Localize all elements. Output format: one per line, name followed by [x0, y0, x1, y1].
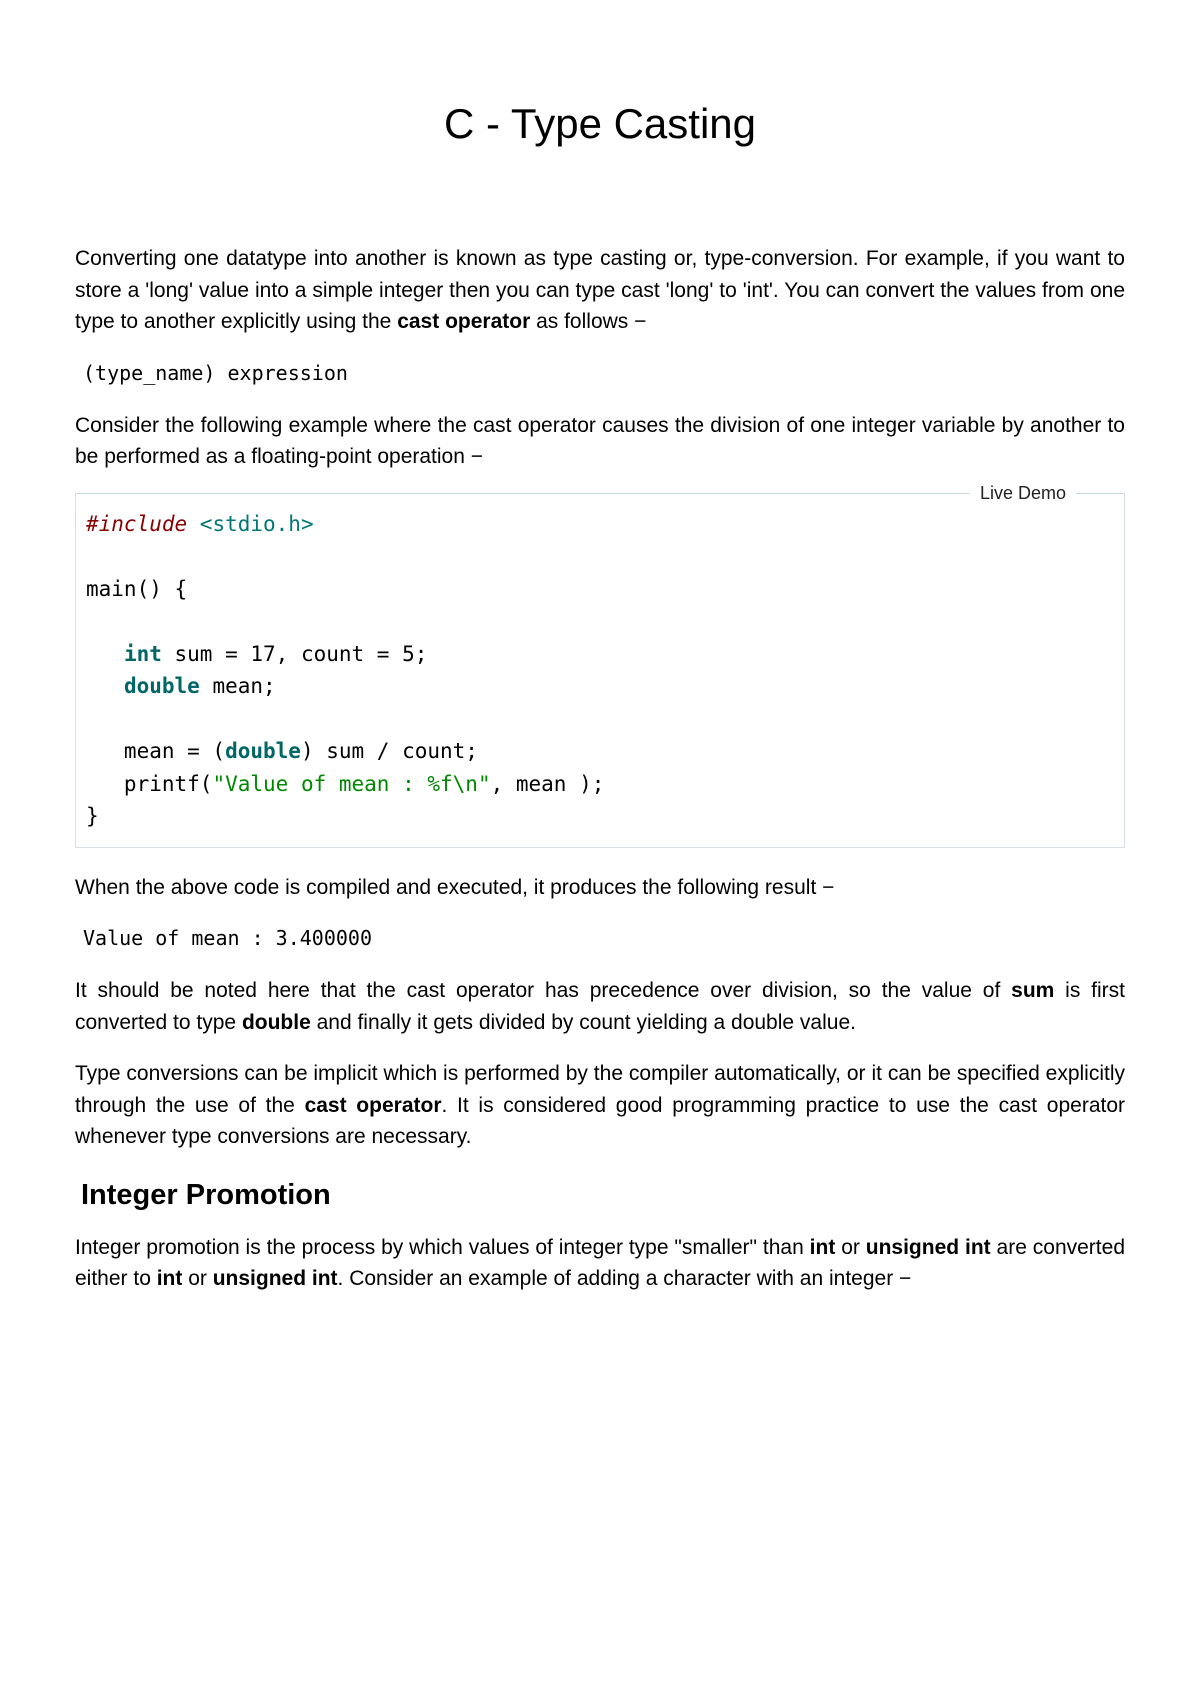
precedence-paragraph: It should be noted here that the cast op… — [75, 975, 1125, 1038]
para4-text-1: It should be noted here that the cast op… — [75, 979, 1011, 1002]
code-preproc: #include — [86, 512, 200, 536]
section-heading-integer-promotion: Integer Promotion — [81, 1179, 1125, 1212]
para6-bold-uint-1: unsigned int — [866, 1236, 991, 1259]
code-mean-decl: mean; — [200, 674, 276, 698]
code-printf-2: , mean ); — [491, 772, 605, 796]
para6-text-4: or — [182, 1267, 212, 1290]
para5-bold-cast: cast operator — [305, 1094, 442, 1117]
para6-bold-int-2: int — [157, 1267, 183, 1290]
code-kw-int: int — [124, 642, 162, 666]
syntax-code: (type_name) expression — [83, 358, 1125, 388]
page-title: C - Type Casting — [75, 100, 1125, 148]
live-demo-link[interactable]: Live Demo — [970, 483, 1076, 504]
para4-bold-double: double — [242, 1011, 311, 1034]
intro-paragraph: Converting one datatype into another is … — [75, 243, 1125, 338]
code-example-block: Live Demo #include <stdio.h> main() { in… — [75, 493, 1125, 848]
code-close-brace: } — [86, 804, 99, 828]
intro-bold-cast: cast operator — [397, 310, 530, 333]
intro-text-2: as follows − — [530, 310, 646, 333]
code-string: "Value of mean : %f\n" — [212, 772, 490, 796]
integer-promotion-paragraph: Integer promotion is the process by whic… — [75, 1232, 1125, 1295]
para6-text-1: Integer promotion is the process by whic… — [75, 1236, 810, 1259]
para4-text-3: and finally it gets divided by count yie… — [311, 1011, 856, 1034]
code-header: <stdio.h> — [200, 512, 314, 536]
code-printf-1: printf( — [86, 772, 212, 796]
output-code: Value of mean : 3.400000 — [83, 923, 1125, 953]
example-intro-paragraph: Consider the following example where the… — [75, 410, 1125, 473]
code-indent — [86, 674, 124, 698]
para6-bold-int-1: int — [810, 1236, 836, 1259]
para6-text-2: or — [835, 1236, 865, 1259]
code-listing: #include <stdio.h> main() { int sum = 17… — [86, 508, 1114, 833]
para6-bold-uint-2: unsigned int — [213, 1267, 338, 1290]
code-kw-double: double — [124, 674, 200, 698]
para4-bold-sum: sum — [1011, 979, 1054, 1002]
para6-text-5: . Consider an example of adding a charac… — [338, 1267, 912, 1290]
code-sum-decl: sum = 17, count = 5; — [162, 642, 428, 666]
implicit-paragraph: Type conversions can be implicit which i… — [75, 1058, 1125, 1153]
code-mean-assign-1: mean = ( — [86, 739, 225, 763]
code-main-decl: main() { — [86, 577, 187, 601]
result-intro-paragraph: When the above code is compiled and exec… — [75, 872, 1125, 904]
code-kw-double-cast: double — [225, 739, 301, 763]
code-mean-assign-2: ) sum / count; — [301, 739, 478, 763]
code-indent — [86, 642, 124, 666]
